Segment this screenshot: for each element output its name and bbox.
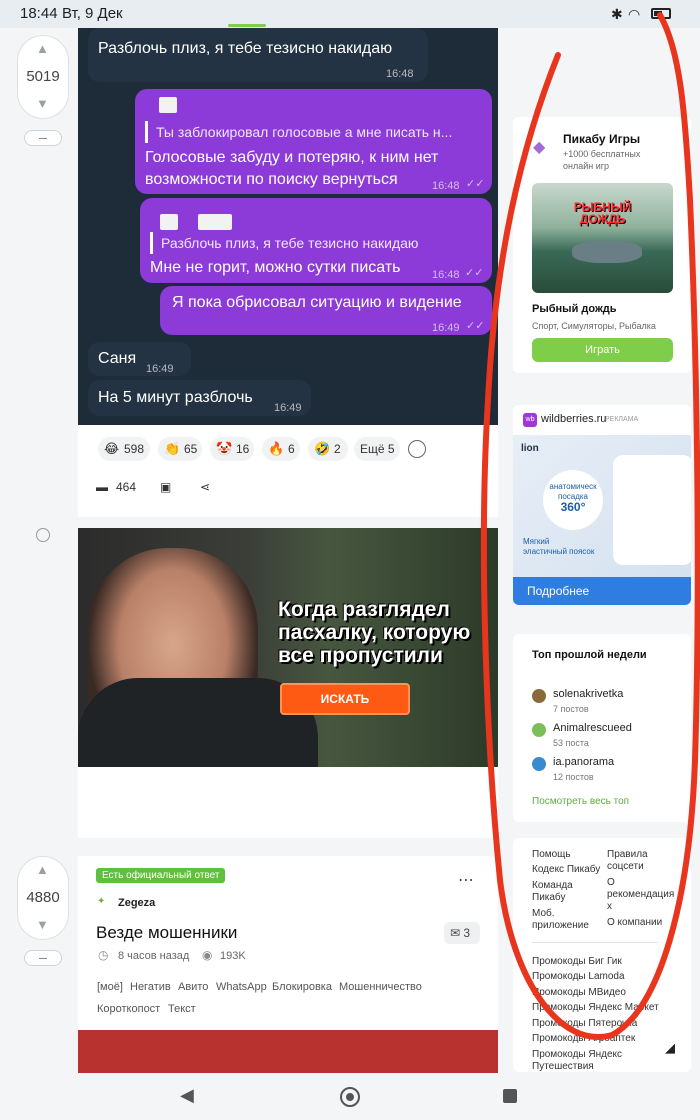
- red-annotation-outline: [480, 12, 700, 1040]
- navigation-bar: ◀: [0, 1073, 700, 1120]
- back-icon[interactable]: ◀: [180, 1085, 194, 1106]
- recents-icon[interactable]: [503, 1089, 517, 1103]
- home-icon[interactable]: [340, 1087, 360, 1107]
